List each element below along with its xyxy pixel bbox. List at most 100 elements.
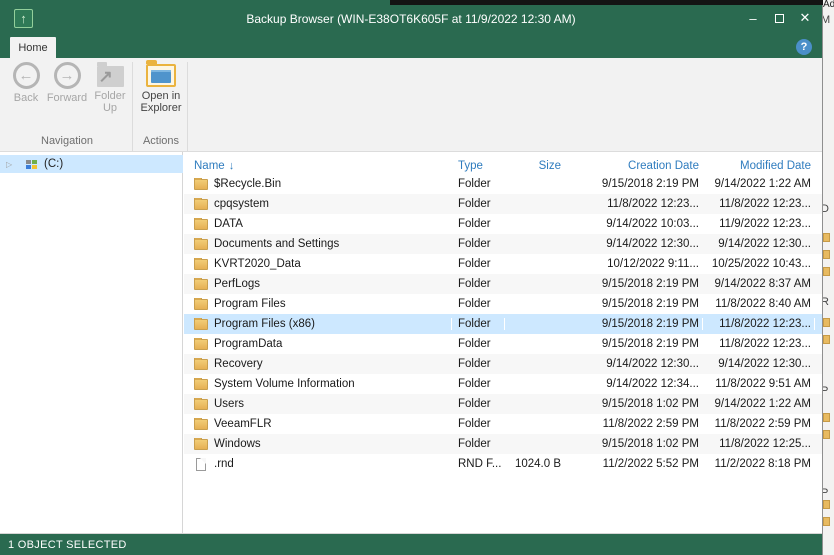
column-header-creation-date[interactable]: Creation Date bbox=[565, 160, 703, 172]
row-type-icon bbox=[196, 458, 206, 471]
row-modified-date: 11/8/2022 12:23... bbox=[703, 198, 815, 210]
table-row[interactable]: Recovery Folder 9/14/2022 12:30... 9/14/… bbox=[184, 354, 822, 374]
background-letter-fragment: P bbox=[823, 385, 828, 397]
open-in-explorer-button[interactable]: Open inExplorer bbox=[136, 62, 186, 114]
minimize-button[interactable]: – bbox=[740, 7, 766, 29]
table-row[interactable]: PerfLogs Folder 9/15/2018 2:19 PM 9/14/2… bbox=[184, 274, 822, 294]
table-row[interactable]: VeeamFLR Folder 11/8/2022 2:59 PM 11/8/2… bbox=[184, 414, 822, 434]
maximize-button[interactable] bbox=[766, 7, 792, 29]
background-icon-fragment bbox=[823, 517, 830, 526]
row-size: 1024.0 B bbox=[505, 458, 565, 470]
row-name: Users bbox=[214, 398, 244, 410]
table-row[interactable]: Documents and Settings Folder 9/14/2022 … bbox=[184, 234, 822, 254]
tree-item-label: (C:) bbox=[44, 158, 63, 170]
row-type-icon bbox=[194, 279, 208, 290]
row-name: .rnd bbox=[214, 458, 234, 470]
background-icon-fragment bbox=[823, 413, 830, 422]
row-type: Folder bbox=[452, 438, 505, 450]
chevron-right-icon[interactable]: ▷ bbox=[6, 160, 24, 169]
backup-browser-window: ↑ Backup Browser (WIN-E38OT6K605F at 11/… bbox=[0, 0, 823, 555]
drive-icon bbox=[24, 159, 38, 170]
row-creation-date: 9/14/2022 12:30... bbox=[565, 358, 703, 370]
row-creation-date: 11/2/2022 5:52 PM bbox=[565, 458, 703, 470]
background-console-strip bbox=[390, 0, 823, 5]
forward-button[interactable]: → Forward bbox=[45, 62, 89, 104]
row-modified-date: 11/8/2022 8:40 AM bbox=[703, 298, 815, 310]
row-modified-date: 9/14/2022 12:30... bbox=[703, 238, 815, 250]
tab-home[interactable]: Home bbox=[10, 37, 56, 58]
table-row[interactable]: System Volume Information Folder 9/14/20… bbox=[184, 374, 822, 394]
row-name: DATA bbox=[214, 218, 243, 230]
folder-up-button[interactable]: ↗ FolderUp bbox=[91, 62, 129, 114]
column-header-name[interactable]: Name ↓ bbox=[184, 160, 452, 172]
row-creation-date: 11/8/2022 2:59 PM bbox=[565, 418, 703, 430]
group-label-actions: Actions bbox=[136, 135, 186, 147]
status-bar: 1 OBJECT SELECTED bbox=[0, 534, 822, 555]
row-modified-date: 9/14/2022 1:22 AM bbox=[703, 398, 815, 410]
background-letter-fragment: M bbox=[823, 14, 830, 26]
row-type-icon bbox=[194, 399, 208, 410]
forward-label: Forward bbox=[47, 92, 87, 104]
tree-item-c-drive[interactable]: ▷ (C:) bbox=[0, 155, 183, 173]
row-type: Folder bbox=[452, 378, 505, 390]
row-creation-date: 9/14/2022 12:34... bbox=[565, 378, 703, 390]
back-label: Back bbox=[14, 92, 38, 104]
row-modified-date: 11/8/2022 12:23... bbox=[703, 338, 815, 350]
table-row[interactable]: $Recycle.Bin Folder 9/15/2018 2:19 PM 9/… bbox=[184, 174, 822, 194]
status-text: 1 OBJECT SELECTED bbox=[8, 539, 127, 551]
row-type-icon bbox=[194, 379, 208, 390]
row-creation-date: 9/14/2022 12:30... bbox=[565, 238, 703, 250]
row-type-icon bbox=[194, 339, 208, 350]
row-modified-date: 11/8/2022 12:25... bbox=[703, 438, 815, 450]
back-button[interactable]: ← Back bbox=[7, 62, 45, 104]
row-name: cpqsystem bbox=[214, 198, 269, 210]
row-type: Folder bbox=[452, 198, 505, 210]
background-icon-fragment bbox=[823, 318, 830, 327]
row-name: KVRT2020_Data bbox=[214, 258, 301, 270]
column-header-modified-date[interactable]: Modified Date bbox=[703, 160, 815, 172]
row-type: Folder bbox=[452, 318, 505, 330]
table-row[interactable]: Program Files Folder 9/15/2018 2:19 PM 1… bbox=[184, 294, 822, 314]
row-name: Windows bbox=[214, 438, 261, 450]
row-type-icon bbox=[194, 239, 208, 250]
row-creation-date: 9/15/2018 1:02 PM bbox=[565, 438, 703, 450]
row-type: Folder bbox=[452, 178, 505, 190]
row-type: RND F... bbox=[452, 458, 505, 470]
row-type-icon bbox=[194, 419, 208, 430]
table-row[interactable]: KVRT2020_Data Folder 10/12/2022 9:11... … bbox=[184, 254, 822, 274]
row-type: Folder bbox=[452, 298, 505, 310]
table-row[interactable]: ProgramData Folder 9/15/2018 2:19 PM 11/… bbox=[184, 334, 822, 354]
open-in-explorer-label: Open inExplorer bbox=[141, 90, 182, 114]
column-header-type[interactable]: Type bbox=[452, 160, 505, 172]
column-header-size[interactable]: Size bbox=[505, 160, 565, 172]
table-row[interactable]: Windows Folder 9/15/2018 1:02 PM 11/8/20… bbox=[184, 434, 822, 454]
row-modified-date: 11/8/2022 12:23... bbox=[703, 318, 815, 330]
row-type-icon bbox=[194, 219, 208, 230]
table-row[interactable]: DATA Folder 9/14/2022 10:03... 11/9/2022… bbox=[184, 214, 822, 234]
background-window-header-text: Ad bbox=[823, 0, 834, 10]
row-creation-date: 9/15/2018 2:19 PM bbox=[565, 338, 703, 350]
row-modified-date: 9/14/2022 8:37 AM bbox=[703, 278, 815, 290]
row-creation-date: 10/12/2022 9:11... bbox=[565, 258, 703, 270]
row-type: Folder bbox=[452, 338, 505, 350]
background-icon-fragment bbox=[823, 233, 830, 242]
row-type: Folder bbox=[452, 398, 505, 410]
table-row[interactable]: .rnd RND F... 1024.0 B 11/2/2022 5:52 PM… bbox=[184, 454, 822, 474]
row-type: Folder bbox=[452, 238, 505, 250]
table-row[interactable]: Program Files (x86) Folder 9/15/2018 2:1… bbox=[184, 314, 822, 334]
folder-up-icon: ↗ bbox=[97, 66, 124, 87]
row-name: $Recycle.Bin bbox=[214, 178, 281, 190]
maximize-icon bbox=[775, 14, 784, 23]
table-row[interactable]: Users Folder 9/15/2018 1:02 PM 9/14/2022… bbox=[184, 394, 822, 414]
close-button[interactable]: ✕ bbox=[792, 7, 818, 29]
file-list-header: Name ↓ Type Size Creation Date Modified … bbox=[184, 152, 822, 174]
row-modified-date: 10/25/2022 10:43... bbox=[703, 258, 815, 270]
row-name: ProgramData bbox=[214, 338, 282, 350]
ribbon: ← Back → Forward ↗ FolderUp Open inExplo… bbox=[0, 58, 822, 152]
row-creation-date: 9/15/2018 1:02 PM bbox=[565, 398, 703, 410]
row-name: Program Files (x86) bbox=[214, 318, 315, 330]
row-name: Documents and Settings bbox=[214, 238, 339, 250]
background-letter-fragment: D bbox=[823, 203, 829, 215]
table-row[interactable]: cpqsystem Folder 11/8/2022 12:23... 11/8… bbox=[184, 194, 822, 214]
help-icon[interactable]: ? bbox=[796, 39, 812, 55]
